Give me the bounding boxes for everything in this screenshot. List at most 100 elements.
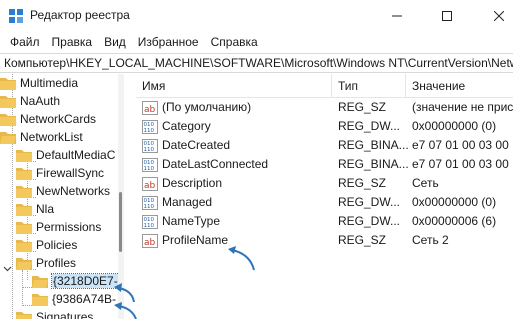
- menu-file[interactable]: Файл: [4, 31, 46, 53]
- string-value-icon: ab: [142, 176, 158, 191]
- folder-icon: [16, 239, 32, 252]
- tree-item-naauth[interactable]: NaAuth: [0, 92, 60, 110]
- menu-bar: Файл Правка Вид Избранное Справка: [0, 31, 513, 53]
- tree-item-nla[interactable]: Nla: [16, 200, 54, 218]
- tree-item-label: Policies: [36, 238, 78, 252]
- value-name: (По умолчанию): [162, 100, 252, 114]
- binary-value-icon: 010110: [142, 157, 158, 172]
- value-type: REG_DW...: [338, 195, 401, 209]
- chevron-down-icon[interactable]: [3, 264, 12, 273]
- svg-text:ab: ab: [144, 238, 156, 248]
- value-data: 0x00000000 (0): [412, 195, 497, 209]
- binary-value-icon: 010110: [142, 214, 158, 229]
- tree-item-firewallsync[interactable]: FirewallSync: [16, 164, 104, 182]
- value-type: REG_DW...: [338, 214, 401, 228]
- table-row[interactable]: 010 110 DateCreated REG_BINA... e7 07 01 …: [136, 136, 513, 155]
- column-data-header[interactable]: Значение: [406, 74, 513, 98]
- window-title: Редактор реестра: [30, 8, 130, 22]
- string-value-icon: ab: [142, 100, 158, 115]
- tree-item-networkcards[interactable]: NetworkCards: [0, 110, 96, 128]
- registry-editor-icon: [8, 8, 24, 24]
- svg-text:110: 110: [144, 204, 155, 210]
- table-row[interactable]: 010 110 Managed REG_DW... 0x00000000 (0): [136, 193, 513, 212]
- tree-item-profiles[interactable]: Profiles: [16, 254, 76, 272]
- tree-item-multimedia[interactable]: Multimedia: [0, 74, 78, 92]
- close-icon: [494, 10, 504, 21]
- value-data: Сеть: [412, 176, 439, 190]
- menu-help[interactable]: Справка: [205, 31, 264, 53]
- value-type: REG_BINA...: [338, 157, 409, 171]
- close-button[interactable]: [476, 0, 513, 31]
- value-data: e7 07 01 00 03 00 19: [412, 138, 513, 152]
- value-name: Category: [162, 119, 211, 133]
- table-row[interactable]: ab (По умолчанию) REG_SZ (значение не пр…: [136, 98, 513, 117]
- column-name-header[interactable]: Имя: [136, 74, 332, 98]
- maximize-button[interactable]: [424, 0, 470, 31]
- folder-open-icon: [16, 257, 32, 270]
- tree-item-label: DefaultMediaC: [36, 148, 116, 162]
- tree-item-label: {9386A74B-: [52, 292, 117, 306]
- tree-item-label: NaAuth: [20, 94, 61, 108]
- minimize-button[interactable]: [374, 0, 420, 31]
- menu-favorites[interactable]: Избранное: [132, 31, 205, 53]
- folder-icon: [16, 167, 32, 180]
- minimize-icon: [392, 15, 402, 16]
- svg-text:110: 110: [144, 223, 155, 229]
- folder-open-icon: [32, 275, 48, 288]
- tree-item-label: Signatures: [36, 310, 94, 319]
- menu-view[interactable]: Вид: [98, 31, 132, 53]
- annotation-arrow: [114, 302, 137, 319]
- tree-item-label: FirewallSync: [36, 166, 105, 180]
- values-list[interactable]: Имя Тип Значение ab (По умолчанию) REG_S…: [136, 74, 513, 319]
- binary-value-icon: 010110: [142, 195, 158, 210]
- tree-item-label: Profiles: [36, 256, 77, 270]
- address-bar[interactable]: Компьютер\HKEY_LOCAL_MACHINE\SOFTWARE\Mi…: [0, 53, 513, 73]
- value-name: Description: [162, 176, 223, 190]
- tree-item-label: NetworkList: [20, 130, 83, 144]
- tree-item-profile-selected[interactable]: {3218D0E7-: [32, 272, 120, 290]
- table-row[interactable]: 010 110 NameType REG_DW... 0x00000006 (6): [136, 212, 513, 231]
- address-path[interactable]: Компьютер\HKEY_LOCAL_MACHINE\SOFTWARE\Mi…: [4, 56, 513, 70]
- tree-item-label: Permissions: [36, 220, 102, 234]
- binary-value-icon: 010110: [142, 138, 158, 153]
- svg-text:ab: ab: [144, 105, 156, 115]
- svg-text:110: 110: [144, 147, 155, 153]
- folder-icon: [16, 185, 32, 198]
- column-type-header[interactable]: Тип: [332, 74, 406, 98]
- folder-open-icon: [0, 131, 16, 144]
- tree-item-newnetworks[interactable]: NewNetworks: [16, 182, 110, 200]
- tree-item-signatures[interactable]: Signatures: [16, 308, 93, 319]
- tree-item-profile[interactable]: {9386A74B-: [32, 290, 116, 308]
- binary-value-icon: 010110: [142, 119, 158, 134]
- scrollbar-thumb[interactable]: [119, 192, 122, 252]
- folder-icon: [16, 149, 32, 162]
- tree-item-policies[interactable]: Policies: [16, 236, 77, 254]
- key-tree[interactable]: Multimedia NaAuth NetworkCards NetworkLi…: [0, 74, 124, 319]
- svg-text:110: 110: [144, 166, 155, 172]
- value-data: Сеть 2: [412, 233, 449, 247]
- value-data: 0x00000000 (0): [412, 119, 497, 133]
- title-bar: Редактор реестра: [0, 0, 513, 31]
- table-row[interactable]: 010 110 DateLastConnected REG_BINA... e7 …: [136, 155, 513, 174]
- tree-item-label: NewNetworks: [36, 184, 111, 198]
- table-row[interactable]: ab Description REG_SZ Сеть: [136, 174, 513, 193]
- tree-item-defaultmedia[interactable]: DefaultMediaC: [16, 146, 115, 164]
- svg-text:ab: ab: [144, 181, 156, 191]
- folder-icon: [32, 293, 48, 306]
- value-data: e7 07 01 00 03 00 19: [412, 157, 513, 171]
- tree-item-networklist[interactable]: NetworkList: [0, 128, 83, 146]
- folder-icon: [16, 311, 32, 319]
- folder-icon: [16, 203, 32, 216]
- folder-icon: [16, 221, 32, 234]
- table-row[interactable]: ab ProfileName REG_SZ Сеть 2: [136, 231, 513, 250]
- menu-edit[interactable]: Правка: [46, 31, 99, 53]
- table-row[interactable]: 010 110 Category REG_DW... 0x00000000 (0): [136, 117, 513, 136]
- value-name: Managed: [162, 195, 213, 209]
- annotation-arrow: [114, 283, 135, 303]
- tree-item-label: {3218D0E7-: [51, 273, 120, 289]
- tree-item-permissions[interactable]: Permissions: [16, 218, 101, 236]
- value-data: (значение не прис: [412, 100, 513, 114]
- value-type: REG_SZ: [338, 176, 387, 190]
- value-name: DateLastConnected: [162, 157, 269, 171]
- folder-icon: [0, 77, 16, 90]
